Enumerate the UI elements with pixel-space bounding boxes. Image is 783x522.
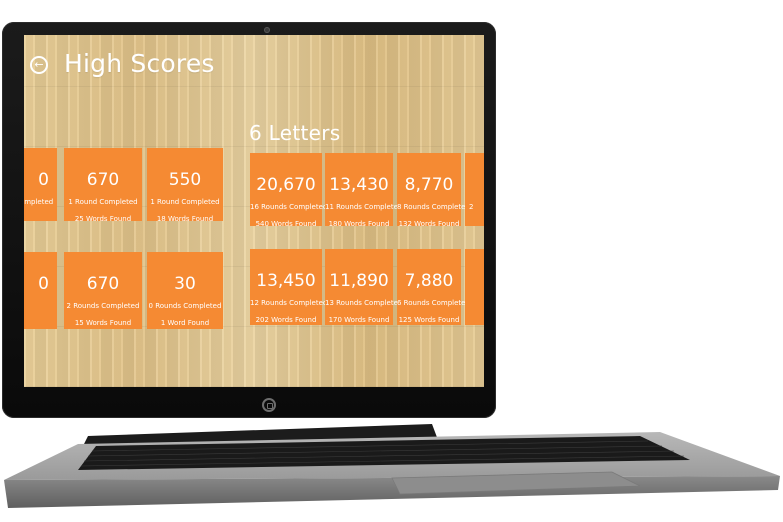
tile-rounds: 2 <box>469 203 474 211</box>
tile-score: 30 <box>174 274 196 294</box>
tile-words: 25 Words Found <box>74 215 132 223</box>
tile-rounds: 1 Round Completed <box>24 198 54 206</box>
tile-rounds: 1 Round Completed <box>150 198 220 206</box>
tile-words: 125 Words Found <box>398 316 460 324</box>
score-tile[interactable]: 13,450 12 Rounds Completed 202 Words Fou… <box>250 249 328 325</box>
keyboard-edge <box>4 476 780 508</box>
tile-score: 8,770 <box>404 175 454 195</box>
tile-words: 132 Words Found <box>398 220 460 228</box>
tile-rounds: 6 Rounds Completed <box>397 299 470 307</box>
score-tile[interactable]: 7,880 6 Rounds Completed 125 Words Found <box>397 249 470 325</box>
score-tile[interactable]: 8,770 8 Rounds Completed 132 Words Found <box>397 153 470 228</box>
page-title: High Scores <box>64 49 215 78</box>
group-header-6-letters: 6 Letters <box>249 121 341 145</box>
back-arrow-icon: ← <box>34 58 44 71</box>
tile-rounds: 8 Rounds Completed <box>397 203 470 211</box>
tile-rounds: 2 Rounds Completed <box>66 302 140 310</box>
score-tile[interactable]: 13,430 11 Rounds Completed 180 Words Fou… <box>325 153 403 228</box>
tile-score: 11,890 <box>329 271 389 291</box>
tile-rounds: 13 Rounds Completed <box>325 299 403 307</box>
score-tile[interactable]: 670 2 Rounds Completed 15 Words Found <box>64 252 142 329</box>
tile-rounds: 0 Rounds Completed <box>148 302 222 310</box>
tile-score: 670 <box>86 274 120 294</box>
hinge <box>80 424 438 452</box>
score-tile[interactable]: 2 <box>465 153 484 226</box>
back-button[interactable]: ← <box>30 56 48 74</box>
tile-rounds: 11 Rounds Completed <box>325 203 403 211</box>
tile-score: 670 <box>86 170 120 190</box>
tile-rounds: 1 Round Completed <box>68 198 138 206</box>
score-tile[interactable]: 11,890 13 Rounds Completed 170 Words Fou… <box>325 249 403 325</box>
tile-score: 13,450 <box>256 271 316 291</box>
tile-score: 20,670 <box>256 175 316 195</box>
tile-score: 0 <box>38 170 49 190</box>
tile-score: 550 <box>168 170 202 190</box>
tile-rounds: 12 Rounds Completed <box>250 299 328 307</box>
tile-words: 202 Words Found <box>255 316 317 324</box>
tile-words: 18 Words Found <box>156 215 214 223</box>
tile-words: 540 Words Found <box>255 220 317 228</box>
key-area <box>78 436 690 470</box>
trackpad[interactable] <box>391 471 641 495</box>
tile-words: 1 Word Found <box>160 319 210 327</box>
camera-icon <box>264 27 270 33</box>
score-tile[interactable]: 550 1 Round Completed 18 Words Found <box>147 148 223 223</box>
tile-score: 7,880 <box>404 271 454 291</box>
score-tile[interactable] <box>465 249 484 325</box>
tile-score: 13,430 <box>329 175 389 195</box>
app-screen: ← High Scores 6 Letters 0 1 Round Comple… <box>24 35 484 387</box>
keys <box>80 440 685 467</box>
tile-rounds: 16 Rounds Completed <box>250 203 328 211</box>
score-tile[interactable]: 30 0 Rounds Completed 1 Word Found <box>147 252 223 329</box>
score-tile[interactable]: 670 1 Round Completed 25 Words Found <box>64 148 142 223</box>
tile-words: 15 Words Found <box>74 319 132 327</box>
tablet-frame: ← High Scores 6 Letters 0 1 Round Comple… <box>2 22 496 418</box>
score-tile[interactable]: 0 1 Round Completed <box>24 148 57 221</box>
tile-words: 180 Words Found <box>328 220 390 228</box>
tile-score: 0 <box>38 274 49 294</box>
score-tile[interactable]: 0 <box>24 252 57 329</box>
keyboard-deck <box>4 432 780 480</box>
tile-words: 170 Words Found <box>328 316 390 324</box>
score-tile[interactable]: 20,670 16 Rounds Completed 540 Words Fou… <box>250 153 328 228</box>
windows-home-button[interactable] <box>262 398 276 412</box>
